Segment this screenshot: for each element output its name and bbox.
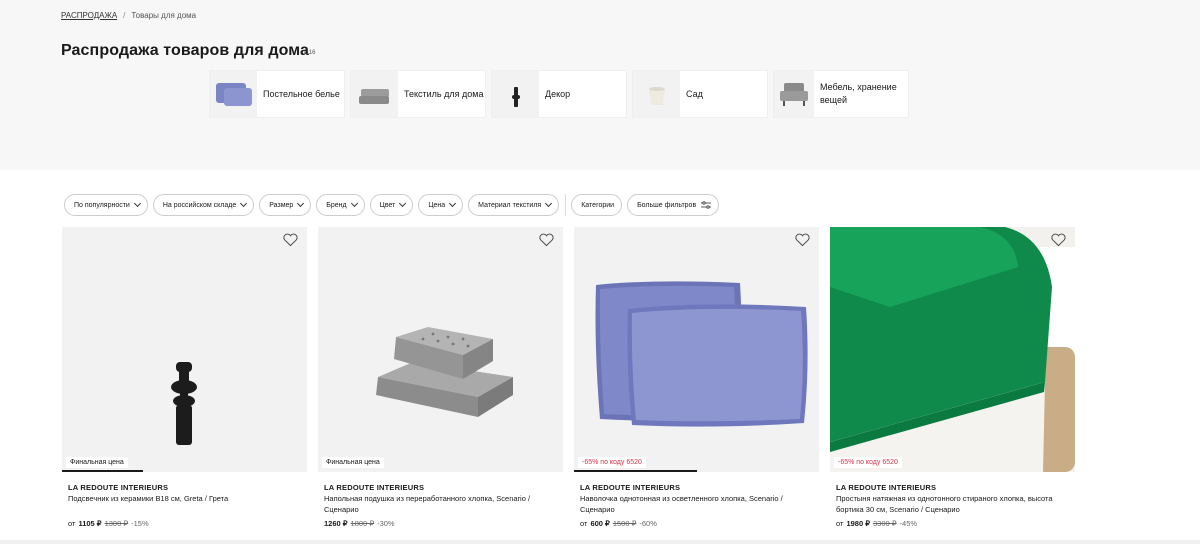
price-prefix: от [580, 519, 588, 528]
discount-percent: -60% [639, 519, 657, 528]
promo-code-badge: -65% по коду 6520 [578, 457, 646, 468]
discount-percent: -15% [131, 519, 149, 528]
filter-label: По популярности [74, 201, 130, 209]
filter-categories[interactable]: Категории [571, 194, 623, 216]
filter-label: Больше фильтров [637, 201, 697, 209]
image-progress-bar [62, 470, 143, 472]
current-price: 1260 ₽ [324, 519, 348, 528]
filter-color[interactable]: Цвет [369, 194, 414, 216]
old-price: 1800 ₽ [350, 519, 375, 528]
chevron-down-icon [545, 199, 553, 208]
product-card[interactable]: Финальная цена LA REDOUTE INTERIEURS Нап… [318, 227, 563, 544]
chevron-down-icon [399, 199, 407, 208]
category-home-textile[interactable]: Текстиль для дома [350, 70, 486, 118]
promo-code-badge: -65% по коду 6520 [834, 457, 902, 468]
filter-label: Цвет [379, 201, 396, 209]
breadcrumb-current: Товары для дома [131, 11, 197, 20]
product-name[interactable]: Напольная подушка из переработанного хло… [324, 493, 556, 515]
catalog-section: По популярности На российском складе Раз… [0, 170, 1200, 544]
discount-percent: -30% [377, 519, 395, 528]
filter-label: Размер [269, 201, 294, 209]
category-label: Мебель, хранение вещей [820, 82, 897, 105]
category-label: Сад [686, 88, 703, 99]
favorite-heart-icon[interactable] [1051, 233, 1066, 247]
category-bedding[interactable]: Постельное белье [209, 70, 345, 118]
product-name[interactable]: Простыня натяжная из однотонного стирано… [836, 493, 1068, 515]
product-brand: LA REDOUTE INTERIEURS [324, 483, 425, 492]
product-card[interactable]: Финальная цена LA REDOUTE INTERIEURS Под… [62, 227, 307, 544]
bottom-divider [0, 540, 1200, 544]
armchair-icon [774, 71, 814, 117]
old-price: 3300 ₽ [873, 519, 897, 528]
breadcrumb-link-sale[interactable]: РАСПРОДАЖА [61, 11, 117, 20]
product-price: от 1980 ₽ 3300 ₽ -45% [836, 519, 917, 528]
candlestick-icon [492, 71, 539, 117]
category-decor[interactable]: Декор [491, 70, 627, 118]
favorite-heart-icon[interactable] [539, 233, 554, 247]
category-list: Постельное белье Текстиль для дома Декор… [209, 70, 909, 118]
chevron-down-icon [350, 199, 358, 208]
cushion-icon [351, 71, 398, 117]
filter-label: Бренд [326, 201, 347, 209]
current-price: 1105 ₽ [78, 519, 102, 528]
favorite-heart-icon[interactable] [795, 233, 810, 247]
product-card[interactable]: -65% по коду 6520 LA REDOUTE INTERIEURS … [574, 227, 819, 544]
breadcrumb-separator: / [123, 11, 126, 20]
product-grid: Финальная цена LA REDOUTE INTERIEURS Под… [62, 227, 1075, 544]
product-card[interactable]: -65% по коду 6520 LA REDOUTE INTERIEURS … [830, 227, 1075, 544]
product-image-floor-cushion[interactable]: Финальная цена [318, 227, 563, 472]
product-image-fitted-sheet[interactable]: -65% по коду 6520 [830, 227, 1075, 472]
category-label: Постельное белье [263, 88, 340, 99]
chevron-down-icon [297, 199, 305, 208]
page-title: Распродажа товаров для дома [61, 42, 309, 59]
category-label: Декор [545, 88, 571, 99]
category-label: Текстиль для дома [404, 88, 484, 99]
current-price: 1980 ₽ [846, 519, 870, 528]
breadcrumb: РАСПРОДАЖА / Товары для дома [61, 11, 196, 20]
category-garden[interactable]: Сад [632, 70, 768, 118]
product-name[interactable]: Наволочка однотонная из осветленного хло… [580, 493, 812, 515]
product-image-candlestick[interactable]: Финальная цена [62, 227, 307, 472]
final-price-badge: Финальная цена [66, 457, 128, 468]
discount-percent: -45% [899, 519, 918, 528]
filter-textile-material[interactable]: Материал текстиля [468, 194, 560, 216]
old-price: 1300 ₽ [104, 519, 129, 528]
more-filters-button[interactable]: Больше фильтров [627, 194, 720, 216]
product-price: от 1105 ₽ 1300 ₽ -15% [68, 519, 149, 528]
chevron-down-icon [133, 199, 141, 208]
current-price: 600 ₽ [590, 519, 610, 528]
filter-divider [565, 194, 567, 216]
final-price-badge: Финальная цена [322, 457, 384, 468]
sort-popularity-dropdown[interactable]: По популярности [64, 194, 148, 216]
chevron-down-icon [449, 199, 457, 208]
result-count: 1116 [303, 50, 316, 56]
header-section: РАСПРОДАЖА / Товары для дома Распродажа … [0, 0, 1200, 170]
favorite-heart-icon[interactable] [283, 233, 298, 247]
price-prefix: от [836, 519, 844, 528]
product-brand: LA REDOUTE INTERIEURS [68, 483, 169, 492]
filter-russian-warehouse[interactable]: На российском складе [152, 194, 255, 216]
sliders-icon [701, 201, 712, 209]
filter-label: Материал текстиля [478, 201, 542, 209]
filter-brand[interactable]: Бренд [316, 194, 365, 216]
filter-label: Категории [581, 201, 615, 209]
category-furniture[interactable]: Мебель, хранение вещей [773, 70, 909, 118]
filter-bar: По популярности На российском складе Раз… [64, 194, 720, 216]
product-brand: LA REDOUTE INTERIEURS [836, 483, 937, 492]
chevron-down-icon [240, 199, 248, 208]
product-image-pillowcase[interactable]: -65% по коду 6520 [574, 227, 819, 472]
product-name[interactable]: Подсвечник из керамики B18 см, Greta / Г… [68, 493, 300, 504]
product-price: 1260 ₽ 1800 ₽ -30% [324, 519, 395, 528]
product-price: от 600 ₽ 1500 ₽ -60% [580, 519, 657, 528]
filter-size[interactable]: Размер [259, 194, 312, 216]
planter-icon [633, 71, 680, 117]
product-brand: LA REDOUTE INTERIEURS [580, 483, 681, 492]
filter-label: Цена [428, 201, 446, 209]
pillow-icon [210, 71, 257, 117]
price-prefix: от [68, 519, 76, 528]
image-progress-bar [574, 470, 697, 472]
filter-label: На российском складе [162, 201, 237, 209]
old-price: 1500 ₽ [612, 519, 637, 528]
filter-price[interactable]: Цена [418, 194, 464, 216]
